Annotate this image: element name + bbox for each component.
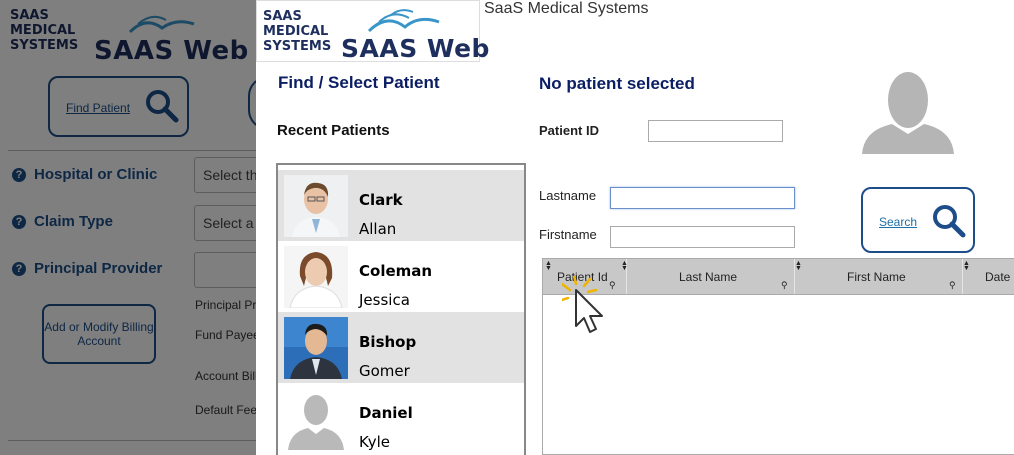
patient-last-name: Bishop (359, 333, 417, 351)
lastname-label: Lastname (539, 188, 597, 203)
patient-first-name: Gomer (359, 362, 410, 380)
firstname-label: Firstname (539, 227, 597, 242)
recent-patient-item[interactable]: Clark Allan (278, 170, 524, 241)
pointer-cursor-icon (560, 274, 622, 351)
patient-last-name: Daniel (359, 404, 413, 422)
logo-brand-text: SAAS Web (341, 34, 490, 63)
person-silhouette-icon (856, 70, 956, 161)
patient-photo (284, 175, 348, 237)
patient-id-label: Patient ID (539, 123, 599, 138)
find-patient-dialog: SAAS MEDICAL SYSTEMS SAAS Web SaaS Medic… (256, 0, 1014, 455)
filter-search-icon[interactable]: ⚲ (781, 280, 788, 291)
recent-patients-list[interactable]: Clark Allan Coleman Jessica Bishop Gomer… (276, 163, 526, 455)
patient-first-name: Kyle (359, 433, 391, 451)
patient-first-name: Jessica (359, 291, 410, 309)
sort-arrows-icon[interactable]: ▲ ▼ (545, 260, 552, 272)
app-title: SaaS Medical Systems (484, 0, 649, 17)
recent-patient-item[interactable]: Daniel Kyle (278, 383, 524, 454)
patient-first-name: Allan (359, 220, 397, 238)
logo-company-text: SAAS MEDICAL SYSTEMS (263, 9, 332, 54)
column-header-date[interactable]: Date o (963, 259, 1014, 294)
patient-photo (284, 317, 348, 379)
patient-status-heading: No patient selected (539, 74, 695, 93)
recent-patient-item[interactable]: Coleman Jessica (278, 241, 524, 312)
column-header-first-name[interactable]: First Name ▲ ▼ ⚲ (795, 259, 970, 294)
find-select-heading: Find / Select Patient (278, 73, 440, 92)
search-label: Search (879, 215, 918, 229)
dialog-logo: SAAS MEDICAL SYSTEMS SAAS Web (256, 0, 489, 63)
filter-search-icon[interactable]: ⚲ (949, 280, 956, 291)
column-header-last-name[interactable]: Last Name ▲ ▼ ⚲ (627, 259, 802, 294)
search-button[interactable]: Search (861, 187, 975, 253)
patient-photo (284, 246, 348, 308)
patient-last-name: Clark (359, 191, 403, 209)
magnifier-icon (933, 205, 966, 238)
firstname-input[interactable] (610, 226, 795, 248)
patient-id-input[interactable] (648, 120, 783, 142)
patient-last-name: Coleman (359, 262, 433, 280)
person-silhouette-icon (284, 388, 348, 450)
recent-patients-heading: Recent Patients (277, 122, 390, 139)
recent-patient-item[interactable]: Bishop Gomer (278, 312, 524, 383)
lastname-input[interactable] (610, 187, 795, 209)
